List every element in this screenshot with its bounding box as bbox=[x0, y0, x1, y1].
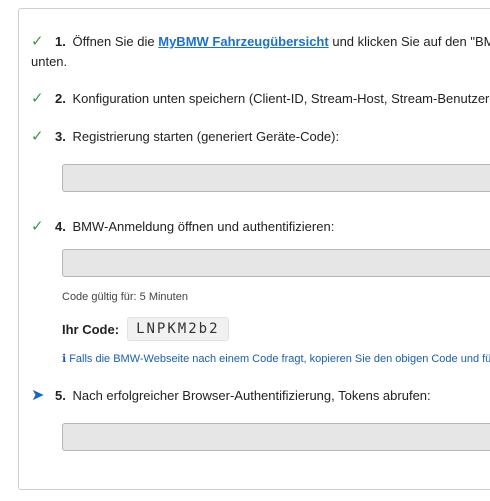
check-icon: ✓ bbox=[31, 33, 44, 50]
check-icon: ✓ bbox=[31, 128, 44, 145]
step-text: Öffnen Sie die bbox=[72, 34, 155, 49]
step-2: ✓ 2. Konfiguration unten speichern (Clien… bbox=[31, 90, 490, 107]
step-number: 3. bbox=[55, 129, 66, 144]
step-text: Registrierung starten (generiert Geräte-… bbox=[72, 129, 340, 144]
step-1: ✓ 1. Öffnen Sie die MyBMW Fahrzeugübersic… bbox=[31, 33, 490, 50]
open-bmw-login-button[interactable] bbox=[62, 249, 490, 277]
start-registration-button[interactable] bbox=[62, 164, 490, 192]
code-row: Ihr Code: LNPKM2b2 bbox=[62, 317, 229, 341]
step-number: 5. bbox=[55, 388, 66, 403]
step-4: ✓ 4. BMW-Anmeldung öffnen und authentifiz… bbox=[31, 218, 334, 235]
mybmw-overview-link[interactable]: MyBMW Fahrzeugübersicht bbox=[158, 34, 328, 49]
info-icon: ℹ bbox=[62, 353, 67, 365]
step-text: BMW-Anmeldung öffnen und authentifiziere… bbox=[72, 219, 335, 234]
step-number: 4. bbox=[55, 219, 66, 234]
step-text: und klicken Sie auf den "BMW CarData"-Ta… bbox=[332, 34, 490, 49]
check-icon: ✓ bbox=[31, 218, 44, 235]
step-number: 2. bbox=[55, 91, 66, 106]
step-text: Nach erfolgreicher Browser-Authentifizie… bbox=[72, 388, 431, 403]
setup-panel: ✓ 1. Öffnen Sie die MyBMW Fahrzeugübersic… bbox=[18, 8, 490, 490]
device-code[interactable]: LNPKM2b2 bbox=[127, 317, 229, 341]
check-icon: ✓ bbox=[31, 90, 44, 107]
step-5: ➤ 5. Nach erfolgreicher Browser-Authentif… bbox=[31, 387, 431, 404]
arrow-right-icon: ➤ bbox=[31, 387, 45, 404]
step-text: Konfiguration unten speichern (Client-ID… bbox=[72, 91, 490, 106]
code-label: Ihr Code: bbox=[62, 321, 120, 337]
step-number: 1. bbox=[55, 34, 66, 49]
step-3: ✓ 3. Registrierung starten (generiert Ger… bbox=[31, 128, 339, 145]
info-hint: ℹ Falls die BMW-Webseite nach einem Code … bbox=[62, 352, 490, 365]
info-text: Falls die BMW-Webseite nach einem Code f… bbox=[69, 353, 490, 365]
code-validity: Code gültig für: 5 Minuten bbox=[62, 291, 188, 303]
step-1-continued: unten. bbox=[31, 54, 68, 69]
fetch-tokens-button[interactable] bbox=[62, 423, 490, 451]
